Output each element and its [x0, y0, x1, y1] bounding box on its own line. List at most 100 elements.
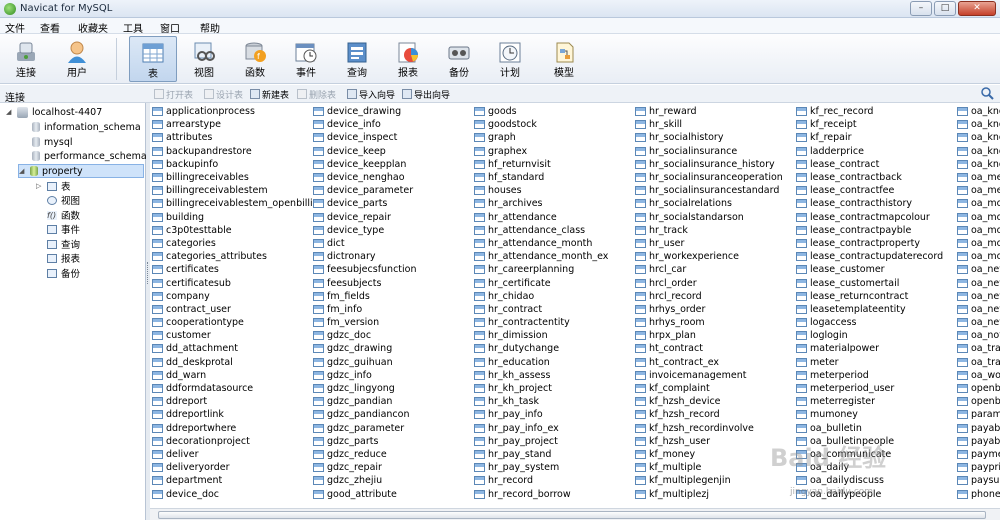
- table-item[interactable]: oa_me: [957, 184, 1000, 197]
- table-item[interactable]: certificatesub: [152, 276, 325, 289]
- table-item[interactable]: gdzc_drawing: [313, 342, 417, 355]
- table-item[interactable]: oa_mo: [957, 197, 1000, 210]
- table-item[interactable]: gdzc_info: [313, 369, 417, 382]
- table-item[interactable]: oa_nev: [957, 263, 1000, 276]
- table-item[interactable]: hr_pay_project: [474, 435, 608, 448]
- connection-button[interactable]: 连接: [2, 36, 50, 82]
- table-item[interactable]: lease_contractmapcolour: [796, 211, 943, 224]
- tree-item-events[interactable]: 事件: [47, 222, 80, 236]
- table-item[interactable]: hr_careerplanning: [474, 263, 608, 276]
- table-item[interactable]: cooperationtype: [152, 316, 325, 329]
- table-item[interactable]: oa_nev: [957, 290, 1000, 303]
- tree-item-queries[interactable]: 查询: [47, 237, 80, 251]
- table-item[interactable]: gdzc_pandian: [313, 395, 417, 408]
- table-item[interactable]: gdzc_parameter: [313, 422, 417, 435]
- table-item[interactable]: oa_not: [957, 329, 1000, 342]
- import-wizard-button[interactable]: 导入向导: [347, 88, 395, 101]
- table-item[interactable]: dict: [313, 237, 417, 250]
- tree-item-tables[interactable]: ▷ 表: [36, 179, 71, 193]
- table-button[interactable]: 表: [129, 36, 177, 82]
- table-item[interactable]: lease_contractupdaterecord: [796, 250, 943, 263]
- schedule-button[interactable]: 计划: [486, 36, 534, 82]
- tree-database[interactable]: mysql: [32, 135, 73, 149]
- table-item[interactable]: ddformdatasource: [152, 382, 325, 395]
- table-item[interactable]: certificates: [152, 263, 325, 276]
- table-item[interactable]: hr_record_borrow: [474, 487, 608, 500]
- table-item[interactable]: hr_skill: [635, 118, 783, 131]
- table-item[interactable]: dictronary: [313, 250, 417, 263]
- table-item[interactable]: dd_attachment: [152, 342, 325, 355]
- table-item[interactable]: gdzc_guihuan: [313, 356, 417, 369]
- table-item[interactable]: hr_track: [635, 224, 783, 237]
- menu-tools[interactable]: 工具: [123, 20, 143, 35]
- table-item[interactable]: oa_mo: [957, 211, 1000, 224]
- table-item[interactable]: openb: [957, 382, 1000, 395]
- table-item[interactable]: kf_hzsh_record: [635, 408, 783, 421]
- table-item[interactable]: kf_multiple: [635, 461, 783, 474]
- table-item[interactable]: c3p0testtable: [152, 224, 325, 237]
- table-item[interactable]: lease_returncontract: [796, 290, 943, 303]
- table-item[interactable]: param: [957, 408, 1000, 421]
- table-item[interactable]: payabl: [957, 422, 1000, 435]
- table-item[interactable]: lease_contractfee: [796, 184, 943, 197]
- table-item[interactable]: billingreceivables: [152, 171, 325, 184]
- table-item[interactable]: oa_trai: [957, 356, 1000, 369]
- table-item[interactable]: meterperiod: [796, 369, 943, 382]
- table-item[interactable]: lease_contractpayble: [796, 224, 943, 237]
- table-item[interactable]: hr_socialinsurance_history: [635, 158, 783, 171]
- table-item[interactable]: goods: [474, 105, 608, 118]
- user-button[interactable]: 用户: [53, 36, 101, 82]
- table-item[interactable]: graph: [474, 131, 608, 144]
- horizontal-scrollbar[interactable]: [150, 508, 1000, 520]
- table-item[interactable]: gdzc_repair: [313, 461, 417, 474]
- open-table-button[interactable]: 打开表: [154, 88, 193, 101]
- table-item[interactable]: building: [152, 211, 325, 224]
- table-item[interactable]: paypri: [957, 461, 1000, 474]
- table-item[interactable]: gdzc_zhejiu: [313, 474, 417, 487]
- table-item[interactable]: oa_mo: [957, 250, 1000, 263]
- table-item[interactable]: device_type: [313, 224, 417, 237]
- table-item[interactable]: oa_kno: [957, 105, 1000, 118]
- table-item[interactable]: device_info: [313, 118, 417, 131]
- table-item[interactable]: fm_info: [313, 303, 417, 316]
- table-item[interactable]: hr_attendance_class: [474, 224, 608, 237]
- table-item[interactable]: hr_socialinsurance: [635, 145, 783, 158]
- tree-database[interactable]: performance_schema: [32, 149, 147, 163]
- table-item[interactable]: hr_contractentity: [474, 316, 608, 329]
- splitter-grip-icon[interactable]: [147, 262, 149, 284]
- table-item[interactable]: device_keepplan: [313, 158, 417, 171]
- table-item[interactable]: kf_hzsh_recordinvolve: [635, 422, 783, 435]
- table-item[interactable]: paysub: [957, 474, 1000, 487]
- table-item[interactable]: payabl: [957, 435, 1000, 448]
- table-item[interactable]: hr_education: [474, 356, 608, 369]
- table-item[interactable]: hr_kh_assess: [474, 369, 608, 382]
- report-button[interactable]: 报表: [384, 36, 432, 82]
- table-item[interactable]: hr_attendance: [474, 211, 608, 224]
- table-item[interactable]: fm_fields: [313, 290, 417, 303]
- table-item[interactable]: device_drawing: [313, 105, 417, 118]
- table-item[interactable]: gdzc_reduce: [313, 448, 417, 461]
- table-item[interactable]: phone: [957, 487, 1000, 500]
- event-button[interactable]: 事件: [282, 36, 330, 82]
- table-item[interactable]: hr_contract: [474, 303, 608, 316]
- function-button[interactable]: f 函数: [231, 36, 279, 82]
- table-item[interactable]: oa_mo: [957, 237, 1000, 250]
- table-item[interactable]: feesubjecsfunction: [313, 263, 417, 276]
- table-item[interactable]: lease_contractback: [796, 171, 943, 184]
- tree-database-selected[interactable]: ◢ property: [18, 164, 144, 178]
- table-item[interactable]: oa_kno: [957, 158, 1000, 171]
- table-item[interactable]: houses: [474, 184, 608, 197]
- design-table-button[interactable]: 设计表: [204, 88, 243, 101]
- table-item[interactable]: oa_mo: [957, 224, 1000, 237]
- menu-favorites[interactable]: 收藏夹: [78, 20, 108, 35]
- table-item[interactable]: gdzc_doc: [313, 329, 417, 342]
- table-item[interactable]: attributes: [152, 131, 325, 144]
- table-item[interactable]: contract_user: [152, 303, 325, 316]
- table-item[interactable]: hrhys_room: [635, 316, 783, 329]
- table-item[interactable]: gdzc_parts: [313, 435, 417, 448]
- menu-help[interactable]: 帮助: [200, 20, 220, 35]
- table-item[interactable]: device_doc: [152, 487, 325, 500]
- tree-database[interactable]: information_schema: [32, 120, 141, 134]
- table-item[interactable]: dd_deskprotal: [152, 356, 325, 369]
- table-item[interactable]: oa_nev: [957, 316, 1000, 329]
